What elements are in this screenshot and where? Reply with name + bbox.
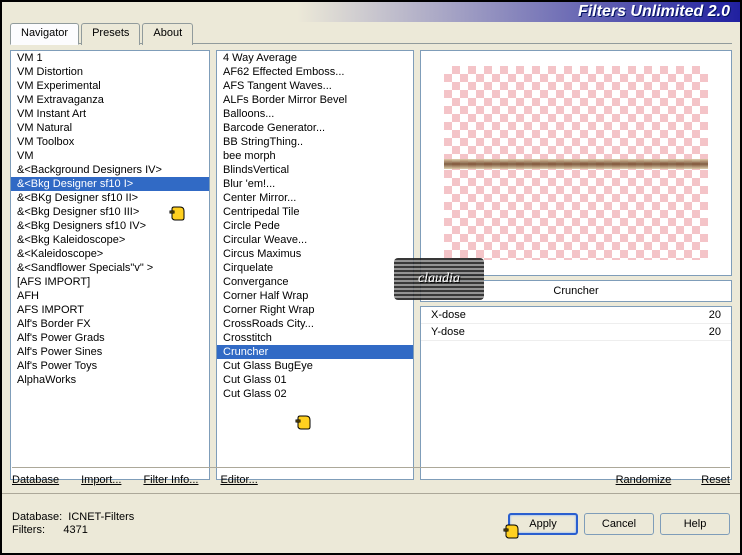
category-item[interactable]: Alf's Power Grads [11,331,209,345]
filter-item[interactable]: BlindsVertical [217,163,413,177]
reset-link[interactable]: Reset [701,474,730,486]
param-row[interactable]: X-dose 20 [421,307,731,324]
filter-item[interactable]: 4 Way Average [217,51,413,65]
category-item[interactable]: AFS IMPORT [11,303,209,317]
database-link[interactable]: Database [12,474,59,486]
category-item[interactable]: [AFS IMPORT] [11,275,209,289]
param-label: X-dose [431,309,466,321]
db-value: ICNET-Filters [68,511,134,523]
apply-button[interactable]: Apply [508,513,578,535]
category-item[interactable]: &<Sandflower Specials"v" > [11,261,209,275]
filter-item[interactable]: Cirquelate [217,261,413,275]
category-item[interactable]: &<Kaleidoscope> [11,247,209,261]
client-area: Navigator Presets About VM 1VM Distortio… [2,22,740,493]
filter-item[interactable]: Circus Maximus [217,247,413,261]
right-panel: Cruncher X-dose 20 Y-dose 20 [420,50,732,480]
filter-item[interactable]: Corner Right Wrap [217,303,413,317]
category-item[interactable]: VM Experimental [11,79,209,93]
category-item[interactable]: VM Natural [11,121,209,135]
effect-streak [444,159,708,169]
app-title: Filters Unlimited 2.0 [578,3,730,21]
filter-item[interactable]: Cruncher [217,345,413,359]
preview-image [444,66,708,260]
import-link[interactable]: Import... [81,474,121,486]
param-label: Y-dose [431,326,465,338]
param-value: 20 [709,309,721,321]
filter-item[interactable]: Circle Pede [217,219,413,233]
filter-item[interactable]: ALFs Border Mirror Bevel [217,93,413,107]
right-links-group: Randomize Reset [616,474,730,486]
titlebar: Filters Unlimited 2.0 [2,2,740,22]
filters-count: 4371 [63,524,87,536]
category-item[interactable]: VM Distortion [11,65,209,79]
category-item[interactable]: &<Bkg Kaleidoscope> [11,233,209,247]
filter-item[interactable]: CrossRoads City... [217,317,413,331]
category-item[interactable]: VM Instant Art [11,107,209,121]
filter-item[interactable]: Centripedal Tile [217,205,413,219]
category-item[interactable]: VM Toolbox [11,135,209,149]
category-item[interactable]: VM Extravaganza [11,93,209,107]
db-label: Database: [12,511,62,523]
filter-item[interactable]: Blur 'em!... [217,177,413,191]
filter-item[interactable]: Circular Weave... [217,233,413,247]
category-item[interactable]: VM 1 [11,51,209,65]
filter-list[interactable]: 4 Way AverageAF62 Effected Emboss...AFS … [216,50,414,480]
category-item[interactable]: Alf's Power Sines [11,345,209,359]
columns: VM 1VM DistortionVM ExperimentalVM Extra… [10,50,732,480]
filters-label: Filters: [12,524,45,536]
editor-link[interactable]: Editor... [220,474,257,486]
help-button[interactable]: Help [660,513,730,535]
tab-navigator[interactable]: Navigator [10,23,79,45]
category-item[interactable]: &<Bkg Designer sf10 III> [11,205,209,219]
filter-item[interactable]: Cut Glass 02 [217,387,413,401]
filter-item[interactable]: Convergance [217,275,413,289]
tab-about[interactable]: About [142,23,193,45]
category-item[interactable]: &<Bkg Designers sf10 IV> [11,219,209,233]
cancel-button[interactable]: Cancel [584,513,654,535]
filterinfo-link[interactable]: Filter Info... [143,474,198,486]
filter-item[interactable]: BB StringThing.. [217,135,413,149]
category-item[interactable]: &<Bkg Designer sf10 I> [11,177,209,191]
param-row[interactable]: Y-dose 20 [421,324,731,341]
filter-item[interactable]: bee morph [217,149,413,163]
filter-item[interactable]: Balloons... [217,107,413,121]
filter-item[interactable]: AF62 Effected Emboss... [217,65,413,79]
tabstrip: Navigator Presets About [10,23,732,45]
filter-item[interactable]: Corner Half Wrap [217,289,413,303]
footer: Database: ICNET-Filters Filters: 4371 Ap… [2,493,740,553]
db-info: Database: ICNET-Filters Filters: 4371 [12,511,134,537]
category-item[interactable]: &<BKg Designer sf10 II> [11,191,209,205]
filter-item[interactable]: Cut Glass BugEye [217,359,413,373]
parameter-list[interactable]: X-dose 20 Y-dose 20 [420,306,732,480]
bottom-links: Database Import... Filter Info... Editor… [12,467,730,491]
category-item[interactable]: Alf's Border FX [11,317,209,331]
dialog-buttons: Apply Cancel Help [508,513,730,535]
filter-item[interactable]: AFS Tangent Waves... [217,79,413,93]
current-filter-label: Cruncher [420,280,732,302]
randomize-link[interactable]: Randomize [616,474,672,486]
filter-item[interactable]: Center Mirror... [217,191,413,205]
param-value: 20 [709,326,721,338]
category-list[interactable]: VM 1VM DistortionVM ExperimentalVM Extra… [10,50,210,480]
filter-item[interactable]: Crosstitch [217,331,413,345]
filter-item[interactable]: Cut Glass 01 [217,373,413,387]
tab-presets[interactable]: Presets [81,23,140,45]
preview-area [420,50,732,276]
category-item[interactable]: VM [11,149,209,163]
filter-item[interactable]: Barcode Generator... [217,121,413,135]
app-window: Filters Unlimited 2.0 Navigator Presets … [0,0,742,555]
category-item[interactable]: AFH [11,289,209,303]
category-item[interactable]: &<Background Designers IV> [11,163,209,177]
category-item[interactable]: Alf's Power Toys [11,359,209,373]
category-item[interactable]: AlphaWorks [11,373,209,387]
